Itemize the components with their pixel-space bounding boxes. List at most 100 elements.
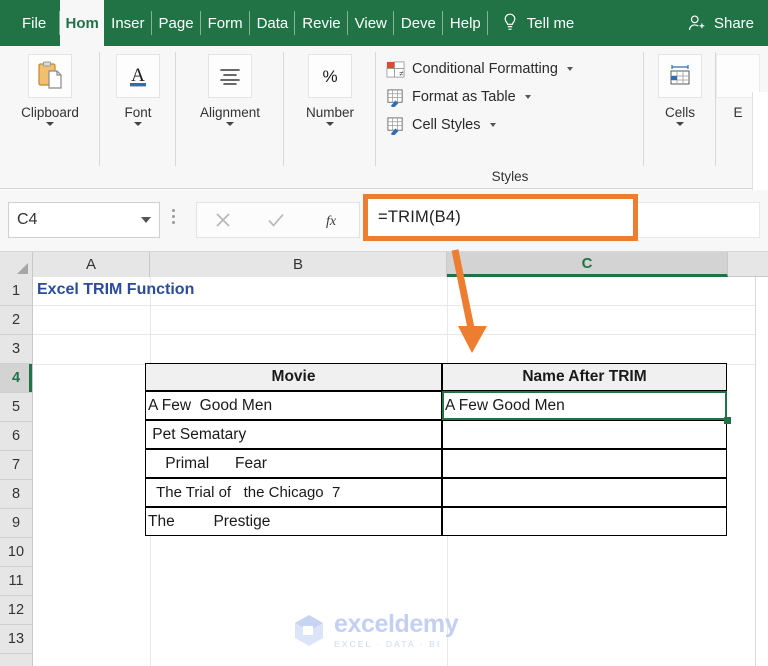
- exceldemy-logo-icon: [295, 615, 323, 647]
- close-icon[interactable]: [214, 211, 232, 229]
- chevron-down-icon[interactable]: [676, 122, 684, 126]
- ribbon-group-cells[interactable]: Cells: [644, 46, 716, 188]
- row-header-9[interactable]: 9: [0, 509, 32, 538]
- table-cell-result[interactable]: [442, 420, 727, 449]
- cells-button[interactable]: [658, 54, 702, 98]
- table-cell-movie[interactable]: A Few Good Men: [145, 391, 442, 420]
- watermark-text: exceldemy EXCEL · DATA · BI: [334, 612, 459, 649]
- tab-help[interactable]: Help: [443, 0, 488, 46]
- column-header-b[interactable]: B: [150, 252, 447, 277]
- watermark-tagline: EXCEL · DATA · BI: [334, 639, 442, 649]
- tab-label: File: [22, 14, 47, 32]
- chevron-down-icon[interactable]: [46, 122, 54, 126]
- tab-data[interactable]: Data: [250, 0, 296, 46]
- tab-label: Data: [256, 14, 289, 32]
- ribbon-group-clipboard[interactable]: Clipboard: [0, 46, 100, 188]
- tab-review[interactable]: Revie: [295, 0, 348, 46]
- row-label: 12: [7, 602, 25, 618]
- chevron-down-icon[interactable]: [489, 123, 496, 127]
- alignment-button[interactable]: [208, 54, 252, 98]
- tab-page-layout[interactable]: Page: [152, 0, 201, 46]
- row-header-column: 1 2 3 4 5 6 7 8 9 10 11 12 13: [0, 277, 33, 666]
- cells-area[interactable]: Excel TRIM Function Movie Name After TRI…: [33, 277, 768, 666]
- row-label: 6: [11, 428, 21, 444]
- table-cell-movie[interactable]: Pet Sematary: [145, 420, 442, 449]
- share-person-icon: [688, 15, 705, 30]
- tab-view[interactable]: View: [348, 0, 394, 46]
- table-cell-movie[interactable]: Primal Fear: [145, 449, 442, 478]
- chevron-down-icon[interactable]: [134, 122, 142, 126]
- row-header-11[interactable]: 11: [0, 567, 32, 596]
- table-cell-movie[interactable]: The Trial of the Chicago 7: [145, 478, 442, 507]
- name-box[interactable]: C4: [8, 202, 160, 238]
- table-cell-result[interactable]: [442, 449, 727, 478]
- row-header-7[interactable]: 7: [0, 451, 32, 480]
- table-header-movie[interactable]: Movie: [145, 363, 442, 391]
- svg-text:A: A: [131, 65, 145, 86]
- clipboard-button[interactable]: [28, 54, 72, 98]
- table-cell-result[interactable]: [442, 478, 727, 507]
- fill-handle[interactable]: [724, 417, 731, 424]
- column-header-c[interactable]: C: [447, 252, 728, 277]
- chevron-down-icon[interactable]: [524, 95, 531, 99]
- fx-icon[interactable]: fx: [320, 210, 342, 230]
- ribbon-group-alignment[interactable]: Alignment: [176, 46, 284, 188]
- ribbon-tab-bar: File Hom Inser Page Form Data Revie View: [0, 0, 768, 46]
- handle-dot: [172, 221, 175, 224]
- ribbon-group-styles[interactable]: ≠ Conditional Formatting Format as Table: [376, 46, 644, 188]
- group-label: Alignment: [199, 105, 261, 120]
- tab-home[interactable]: Hom: [60, 0, 105, 46]
- chevron-down-icon[interactable]: [141, 217, 151, 223]
- table-cell-result[interactable]: A Few Good Men: [442, 391, 727, 420]
- table-cell-result[interactable]: [442, 507, 727, 536]
- formula-bar-handle[interactable]: [172, 209, 175, 224]
- styles-item-label: Conditional Formatting: [412, 61, 558, 77]
- select-all-corner[interactable]: [0, 252, 33, 277]
- row-header-1[interactable]: 1: [0, 277, 32, 306]
- row-header-8[interactable]: 8: [0, 480, 32, 509]
- row-label: 9: [11, 515, 21, 531]
- tab-label: Hom: [65, 14, 99, 32]
- tab-insert[interactable]: Inser: [104, 0, 152, 46]
- tab-file[interactable]: File: [0, 0, 61, 46]
- table-header-result[interactable]: Name After TRIM: [442, 363, 727, 391]
- row-header-13[interactable]: 13: [0, 625, 32, 654]
- table-cell-movie[interactable]: The Prestige: [145, 507, 442, 536]
- conditional-formatting-button[interactable]: ≠ Conditional Formatting: [386, 55, 573, 83]
- group-label: Number: [305, 105, 354, 120]
- styles-item-label: Cell Styles: [412, 117, 481, 133]
- row-header-2[interactable]: 2: [0, 306, 32, 335]
- exceldemy-watermark: exceldemy EXCEL · DATA · BI: [292, 612, 459, 649]
- row-header-4[interactable]: 4: [0, 364, 32, 393]
- chevron-down-icon[interactable]: [566, 67, 573, 71]
- formula-input-highlight[interactable]: =TRIM(B4): [363, 194, 638, 241]
- chevron-down-icon[interactable]: [226, 122, 234, 126]
- share-button[interactable]: Share: [687, 0, 768, 46]
- styles-item-label: Format as Table: [412, 89, 516, 105]
- cells-icon: [670, 65, 690, 85]
- font-button[interactable]: A: [116, 54, 160, 98]
- formula-bar-remainder: [638, 202, 760, 238]
- column-label: C: [581, 254, 593, 272]
- check-icon[interactable]: [266, 211, 286, 229]
- tell-me-box[interactable]: Tell me: [488, 0, 585, 46]
- cell-a1-title[interactable]: Excel TRIM Function: [37, 281, 194, 299]
- number-button[interactable]: %: [308, 54, 352, 98]
- ribbon-group-number[interactable]: % Number: [284, 46, 376, 188]
- row-header-5[interactable]: 5: [0, 393, 32, 422]
- worksheet-grid: A B C 1 2 3 4 5 6 7 8 9 10 11 12 13 Exce…: [0, 252, 768, 666]
- tab-formulas[interactable]: Form: [201, 0, 250, 46]
- tab-developer[interactable]: Deve: [394, 0, 443, 46]
- row-header-10[interactable]: 10: [0, 538, 32, 567]
- column-label: A: [85, 256, 96, 273]
- row-header-3[interactable]: 3: [0, 335, 32, 364]
- row-label: 1: [11, 283, 21, 299]
- row-header-12[interactable]: 12: [0, 596, 32, 625]
- chevron-down-icon[interactable]: [326, 122, 334, 126]
- cell-styles-button[interactable]: Cell Styles: [386, 111, 496, 139]
- row-label: 8: [11, 486, 21, 502]
- column-header-a[interactable]: A: [33, 252, 150, 277]
- ribbon-group-font[interactable]: A Font: [100, 46, 176, 188]
- row-header-6[interactable]: 6: [0, 422, 32, 451]
- format-as-table-button[interactable]: Format as Table: [386, 83, 531, 111]
